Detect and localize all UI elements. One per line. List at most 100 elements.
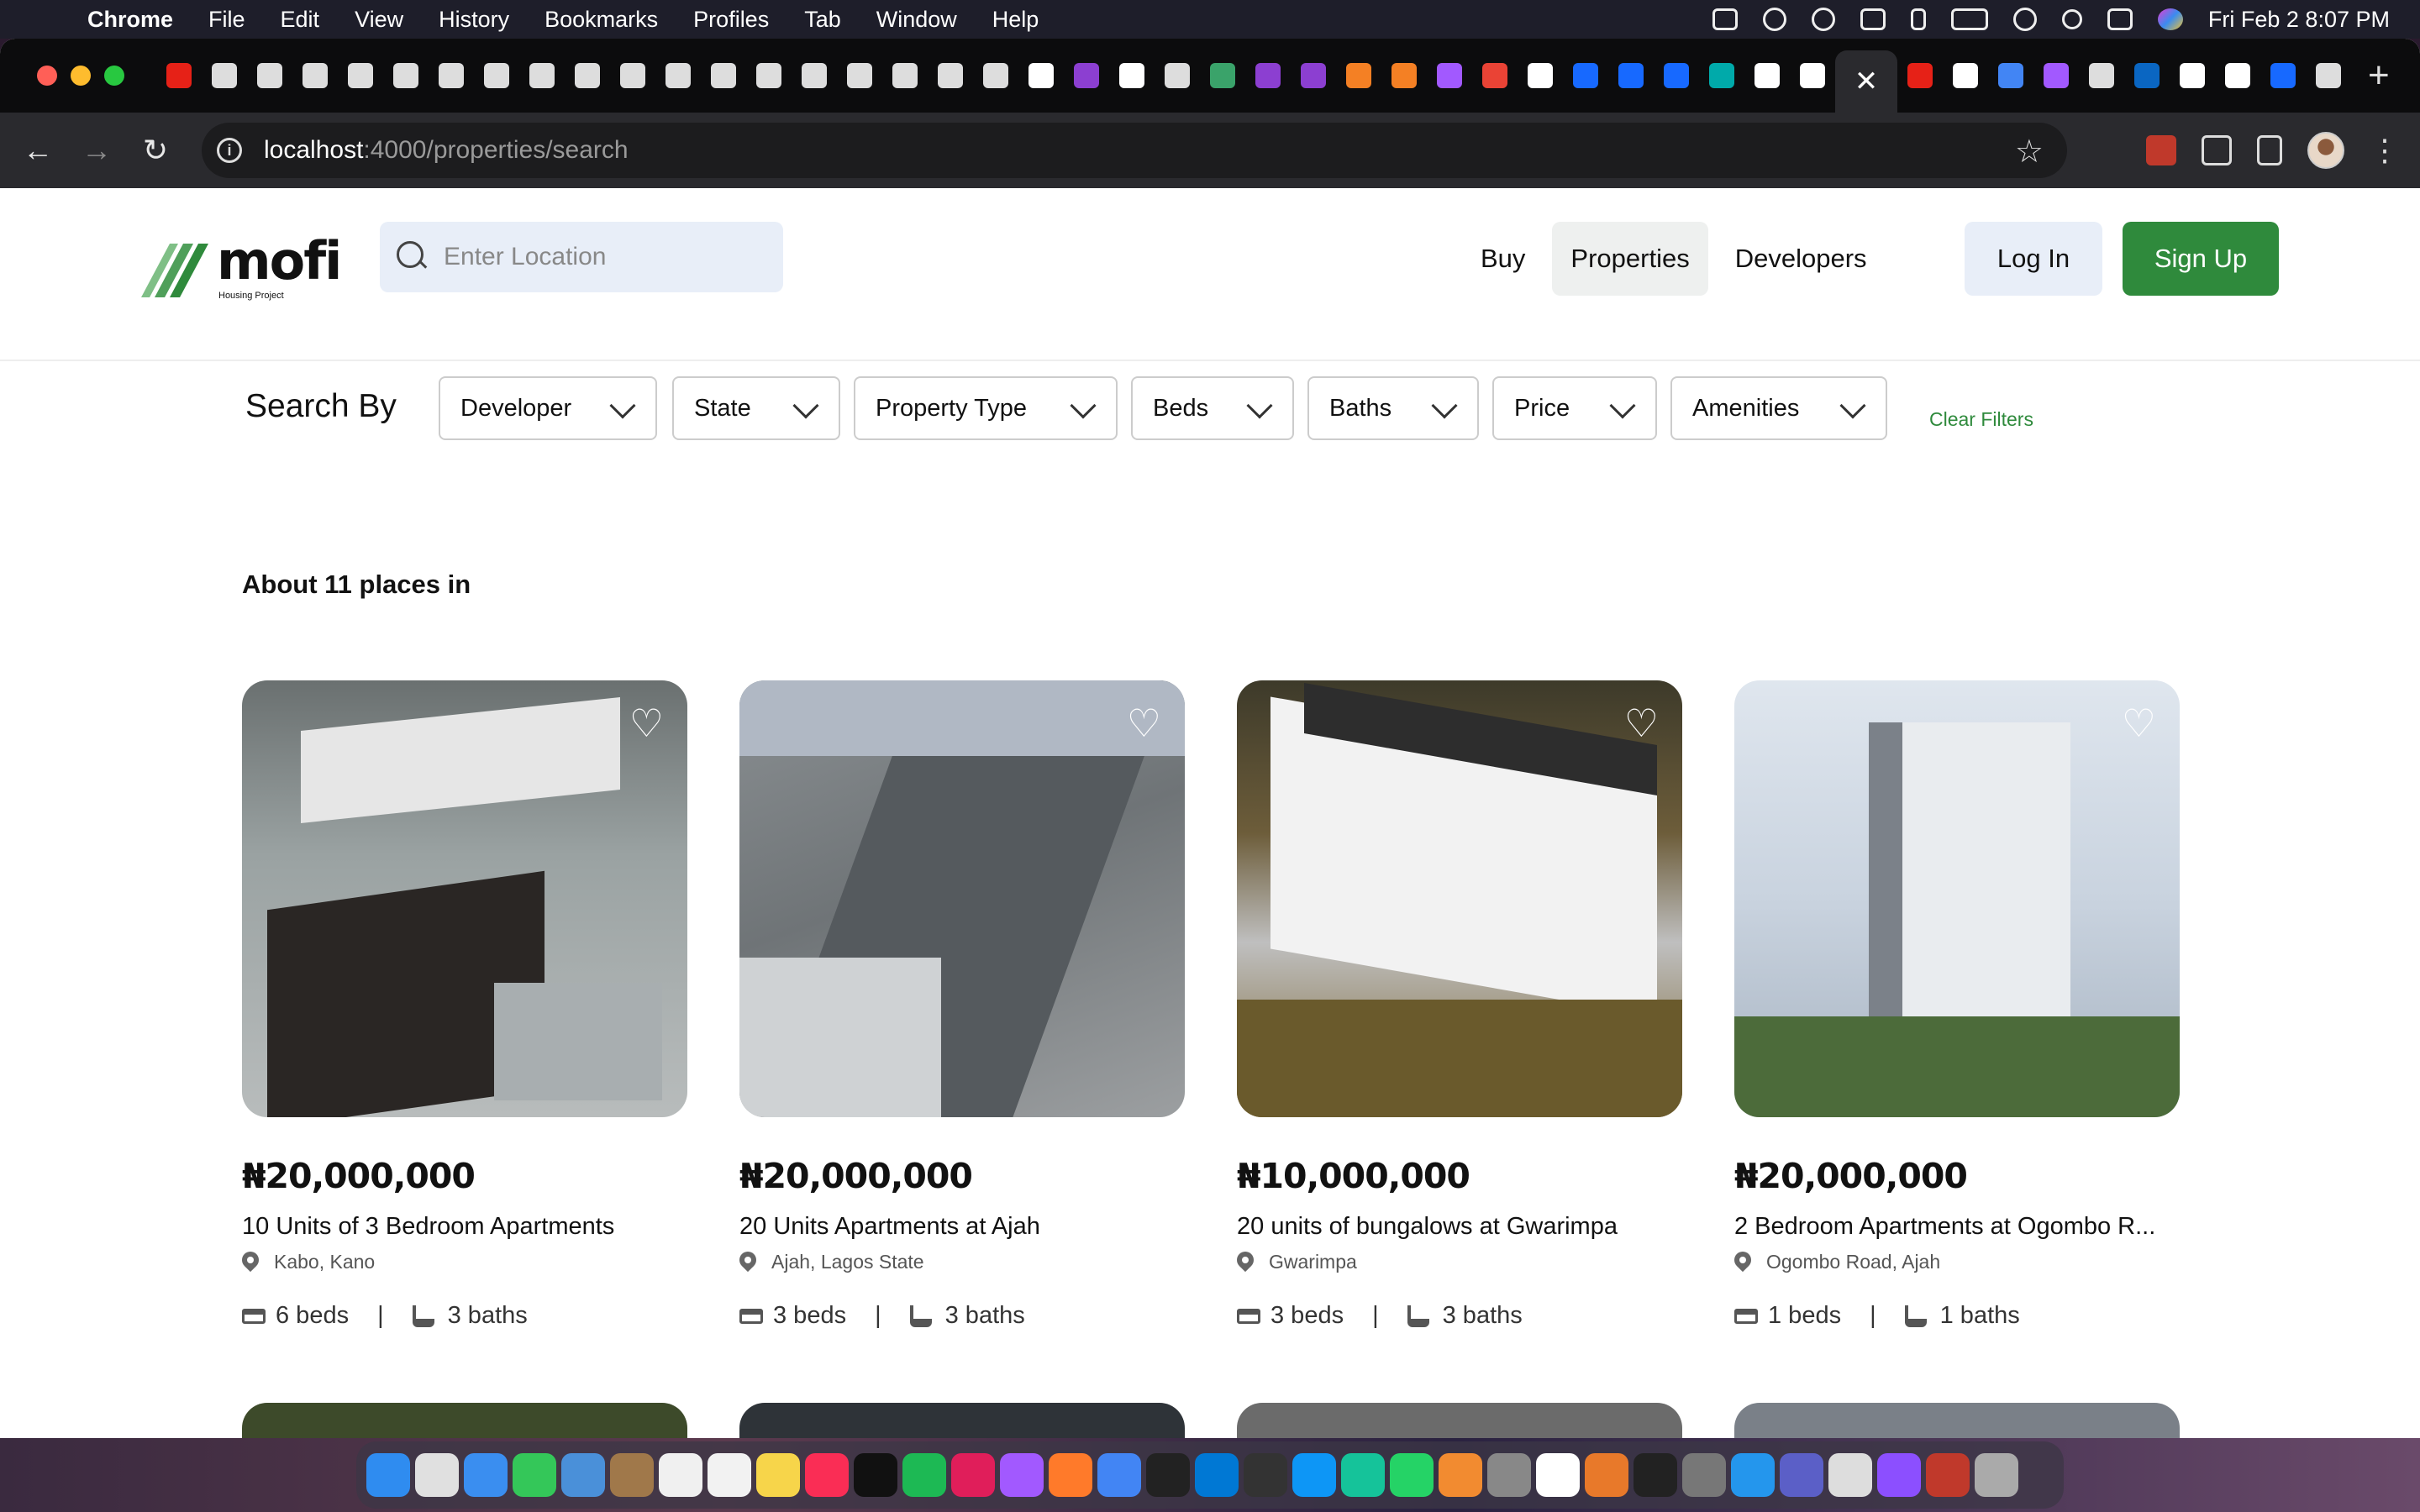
dock-app-icon[interactable]: [1049, 1453, 1092, 1497]
browser-tab[interactable]: [383, 39, 429, 113]
dock-app-icon[interactable]: [708, 1453, 751, 1497]
browser-tab[interactable]: [1897, 39, 1943, 113]
dock-app-icon[interactable]: [415, 1453, 459, 1497]
dock-app-icon[interactable]: [1244, 1453, 1287, 1497]
browser-tab[interactable]: [1155, 39, 1200, 113]
browser-tab[interactable]: [1200, 39, 1245, 113]
listing-title[interactable]: 10 Units of 3 Bedroom Apartments: [242, 1213, 687, 1241]
browser-tab[interactable]: [1699, 39, 1744, 113]
dock-app-icon[interactable]: [902, 1453, 946, 1497]
filter-beds-dropdown[interactable]: Beds: [1131, 376, 1294, 440]
nav-buy[interactable]: Buy: [1462, 222, 1544, 296]
forward-arrow-icon[interactable]: →: [67, 121, 126, 180]
browser-tab[interactable]: [1943, 39, 1988, 113]
browser-tab[interactable]: [1518, 39, 1563, 113]
dock-app-icon[interactable]: [1439, 1453, 1482, 1497]
browser-tab[interactable]: [837, 39, 882, 113]
site-info-icon[interactable]: i: [217, 138, 242, 163]
property-image[interactable]: ♡: [1237, 680, 1682, 1117]
property-image[interactable]: [1237, 1403, 1682, 1438]
dock-app-icon[interactable]: [805, 1453, 849, 1497]
dock-app-icon[interactable]: [854, 1453, 897, 1497]
dock-app-icon[interactable]: [1780, 1453, 1823, 1497]
browser-tab[interactable]: [2260, 39, 2306, 113]
bookmark-star-icon[interactable]: ☆: [2015, 133, 2044, 171]
filter-developer-dropdown[interactable]: Developer: [439, 376, 657, 440]
menu-history[interactable]: History: [439, 7, 509, 33]
property-image[interactable]: ♡: [739, 680, 1185, 1117]
favorite-heart-icon[interactable]: ♡: [2122, 704, 2156, 743]
dock-app-icon[interactable]: [1195, 1453, 1239, 1497]
filter-amenities-dropdown[interactable]: Amenities: [1670, 376, 1887, 440]
dock-app-icon[interactable]: [366, 1453, 410, 1497]
browser-tab[interactable]: [655, 39, 701, 113]
browser-tab[interactable]: [1291, 39, 1336, 113]
dock-app-icon[interactable]: [561, 1453, 605, 1497]
browser-tab[interactable]: [565, 39, 610, 113]
listing-title[interactable]: 20 units of bungalows at Gwarimpa: [1237, 1213, 1682, 1241]
dock-app-icon[interactable]: [1487, 1453, 1531, 1497]
dock-app-icon[interactable]: [1146, 1453, 1190, 1497]
property-card[interactable]: ♡ ₦20,000,000 10 Units of 3 Bedroom Apar…: [242, 680, 687, 1330]
filter-property-type-dropdown[interactable]: Property Type: [854, 376, 1118, 440]
browser-tab[interactable]: [928, 39, 973, 113]
browser-tab[interactable]: [2215, 39, 2260, 113]
property-image[interactable]: [1734, 1403, 2180, 1438]
browser-tab[interactable]: [1744, 39, 1790, 113]
menu-edit[interactable]: Edit: [281, 7, 320, 33]
browser-tab[interactable]: [882, 39, 928, 113]
extension-icon[interactable]: [2146, 135, 2176, 165]
address-bar[interactable]: i localhost :4000/properties/search ☆: [202, 123, 2067, 178]
browser-tab[interactable]: [1472, 39, 1518, 113]
property-image[interactable]: [242, 1403, 687, 1438]
browser-tab[interactable]: [1018, 39, 1064, 113]
dock-app-icon[interactable]: [1097, 1453, 1141, 1497]
browser-tab[interactable]: [746, 39, 792, 113]
dock-app-icon[interactable]: [513, 1453, 556, 1497]
dock-app-icon[interactable]: [1731, 1453, 1775, 1497]
dock-app-icon[interactable]: [464, 1453, 508, 1497]
menu-file[interactable]: File: [208, 7, 245, 33]
browser-tab[interactable]: [1654, 39, 1699, 113]
dock-app-icon[interactable]: [1634, 1453, 1677, 1497]
browser-tab[interactable]: [1790, 39, 1835, 113]
new-tab-button[interactable]: +: [2368, 55, 2390, 97]
browser-tab[interactable]: [1381, 39, 1427, 113]
siri-icon[interactable]: [2157, 8, 2183, 30]
dock-app-icon[interactable]: [1536, 1453, 1580, 1497]
dock-app-icon[interactable]: [1877, 1453, 1921, 1497]
browser-tab[interactable]: [1109, 39, 1155, 113]
browser-tab[interactable]: [156, 39, 202, 113]
menu-view[interactable]: View: [355, 7, 403, 33]
browser-tab[interactable]: [1427, 39, 1472, 113]
dock-app-icon[interactable]: [951, 1453, 995, 1497]
favorite-heart-icon[interactable]: ♡: [1624, 704, 1659, 743]
browser-tab[interactable]: [2033, 39, 2079, 113]
menu-bookmarks[interactable]: Bookmarks: [544, 7, 658, 33]
dock-app-icon[interactable]: [1341, 1453, 1385, 1497]
menu-profiles[interactable]: Profiles: [693, 7, 769, 33]
chrome-menu-icon[interactable]: ⋮: [2370, 133, 2400, 168]
menu-app-name[interactable]: Chrome: [87, 7, 173, 33]
dock-app-icon[interactable]: [1828, 1453, 1872, 1497]
browser-tab[interactable]: [1988, 39, 2033, 113]
browser-tab[interactable]: [247, 39, 292, 113]
login-button[interactable]: Log In: [1965, 222, 2102, 296]
dock-app-icon[interactable]: [659, 1453, 702, 1497]
keyboard-icon[interactable]: [1860, 8, 1886, 30]
favorite-heart-icon[interactable]: ♡: [1127, 704, 1161, 743]
menu-tab[interactable]: Tab: [804, 7, 841, 33]
browser-tab[interactable]: [2079, 39, 2124, 113]
nav-developers[interactable]: Developers: [1717, 222, 1886, 296]
browser-tab[interactable]: [1336, 39, 1381, 113]
dock-app-icon[interactable]: [1000, 1453, 1044, 1497]
profile-avatar-icon[interactable]: [2307, 132, 2344, 169]
browser-tab[interactable]: [1064, 39, 1109, 113]
listing-title[interactable]: 20 Units Apartments at Ajah: [739, 1213, 1185, 1241]
browser-tab[interactable]: [202, 39, 247, 113]
control-center-icon[interactable]: [2107, 8, 2133, 30]
zoom-window-button[interactable]: [104, 66, 124, 86]
play-icon[interactable]: [1811, 8, 1835, 31]
property-image[interactable]: ♡: [242, 680, 687, 1117]
browser-tab[interactable]: [338, 39, 383, 113]
